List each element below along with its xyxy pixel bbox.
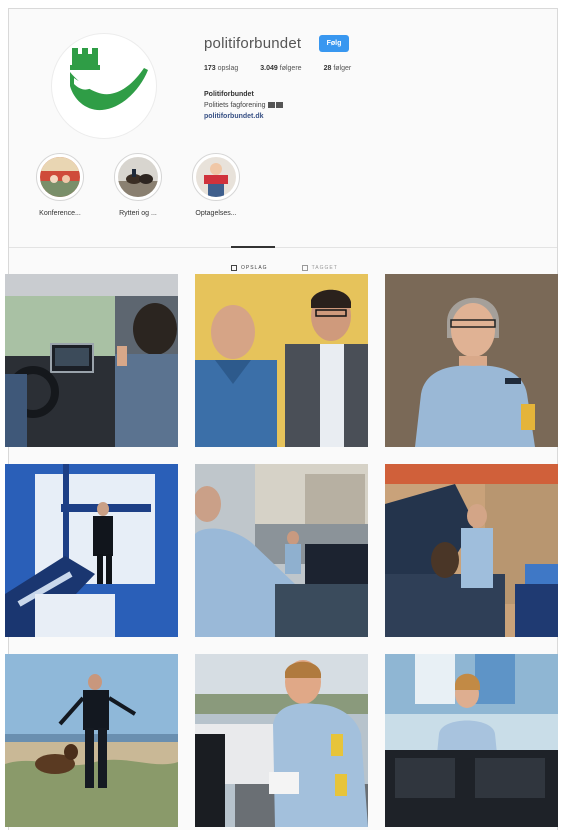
highlight-conference-icon (40, 157, 80, 197)
bio-name: Politiforbundet (204, 91, 254, 98)
active-tab-indicator (231, 246, 275, 248)
highlight-ring (114, 153, 162, 201)
post-thumbnail[interactable] (195, 654, 368, 827)
flag-icon (276, 102, 284, 109)
highlight-label: Optagelses... (195, 210, 237, 217)
highlight-item[interactable]: Konference... (31, 153, 89, 217)
officer-dispatch-icon (385, 654, 558, 827)
officer-writing-icon (195, 654, 368, 827)
post-thumbnail[interactable] (195, 274, 368, 447)
post-thumbnail[interactable] (385, 274, 558, 447)
bio-website-link[interactable]: politiforbundet.dk (204, 111, 283, 122)
two-men-portrait-icon (195, 274, 368, 447)
highlight-mounted-police-icon (118, 157, 158, 197)
highlight-item[interactable]: Optagelses... (187, 153, 245, 217)
highlight-label: Konference... (39, 210, 81, 217)
posts-grid (5, 274, 558, 827)
tabs-divider (9, 247, 557, 248)
profile-avatar[interactable] (51, 33, 157, 139)
highlight-ring (192, 153, 240, 201)
profile-username: politiforbundet (204, 35, 302, 52)
profile-stats: 173 opslag 3.049 følgere 28 følger (204, 65, 351, 72)
following-count[interactable]: 28 følger (324, 65, 352, 72)
grid-icon (231, 265, 237, 271)
bio-tagline: Politiets fagforening (204, 102, 266, 109)
tagged-icon (301, 265, 308, 271)
tab-posts[interactable]: OPSLAG (231, 265, 268, 271)
politiforbundet-logo-icon (70, 48, 148, 111)
police-car-interior-icon (5, 274, 178, 447)
tab-tagged[interactable]: TAGGET (301, 265, 338, 271)
post-thumbnail[interactable] (5, 274, 178, 447)
flag-icon (268, 102, 276, 109)
post-thumbnail[interactable] (195, 464, 368, 637)
highlight-item[interactable]: Rytteri og ... (109, 153, 167, 217)
post-thumbnail[interactable] (385, 464, 558, 637)
officer-with-dog-car-icon (385, 464, 558, 637)
officer-dog-beach-icon (5, 654, 178, 827)
highlight-label: Rytteri og ... (119, 210, 157, 217)
story-highlights: Konference... Rytteri og ... Optagelses.… (31, 153, 245, 217)
profile-bio: Politiforbundet Politiets fagforening po… (204, 89, 284, 122)
post-thumbnail[interactable] (5, 654, 178, 827)
followers-count[interactable]: 3.049 følgere (260, 65, 301, 72)
post-thumbnail[interactable] (385, 654, 558, 827)
officer-stairwell-icon (5, 464, 178, 637)
female-officer-icon (385, 274, 558, 447)
follow-button[interactable]: Følg (319, 35, 349, 52)
officers-at-car-icon (195, 464, 368, 637)
highlight-recruitment-icon (196, 157, 236, 197)
bio-tagline-row: Politiets fagforening (204, 100, 284, 111)
posts-count: 173 opslag (204, 65, 239, 72)
highlight-ring (36, 153, 84, 201)
profile-tabs: OPSLAG TAGGET (231, 265, 338, 271)
post-thumbnail[interactable] (5, 464, 178, 637)
